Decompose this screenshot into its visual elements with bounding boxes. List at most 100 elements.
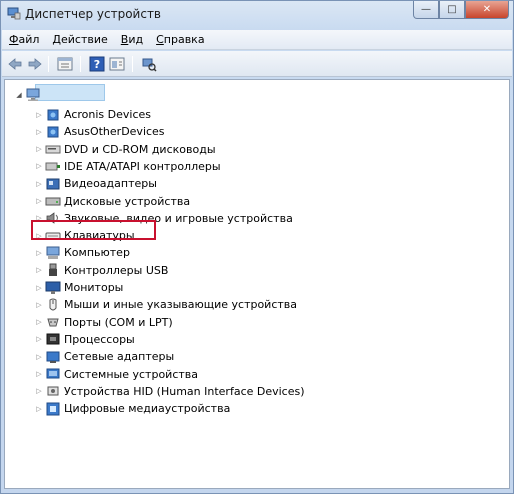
hid-icon xyxy=(47,386,59,396)
show-hide-button[interactable] xyxy=(108,55,126,73)
expand-arrow-icon[interactable]: ▷ xyxy=(35,145,43,153)
expand-arrow-icon[interactable]: ▷ xyxy=(35,180,43,188)
expand-arrow-icon[interactable]: ▷ xyxy=(35,111,43,119)
tree-node-label: Устройства HID (Human Interface Devices) xyxy=(64,384,305,398)
expand-arrow-icon[interactable]: ▷ xyxy=(35,266,43,274)
display-adapter-icon xyxy=(46,178,60,190)
tree-node-label: AsusOtherDevices xyxy=(64,125,165,139)
device-manager-window: Диспетчер устройств — □ ✕ Файл Действие … xyxy=(0,0,514,494)
tree-node[interactable]: ▷ Контроллеры USB xyxy=(35,262,168,279)
tree-node-label: Мыши и иные указывающие устройства xyxy=(64,298,298,312)
system-icon xyxy=(46,368,60,379)
usb-icon xyxy=(49,263,57,277)
expand-arrow-icon[interactable]: ▷ xyxy=(35,301,43,309)
expand-arrow-icon[interactable]: ▷ xyxy=(35,353,43,361)
tree-node[interactable]: ▷ Видеоадаптеры xyxy=(35,175,157,192)
toolbar-separator xyxy=(48,56,49,72)
device-manager-app-icon xyxy=(7,7,21,20)
tree-node[interactable]: ▷ Порты (COM и LPT) xyxy=(35,314,173,331)
media-icon xyxy=(46,402,60,416)
tree-node[interactable]: ▷ Цифровые медиаустройства xyxy=(35,400,230,417)
tree-node-label: Мониторы xyxy=(64,281,124,294)
expand-arrow-icon[interactable]: ▷ xyxy=(35,335,43,343)
forward-button[interactable] xyxy=(26,55,44,73)
root-node-selection[interactable] xyxy=(35,84,105,101)
expand-arrow-icon[interactable]: ▷ xyxy=(35,405,43,413)
svg-text:?: ? xyxy=(94,58,100,71)
menu-action[interactable]: Действие xyxy=(45,30,113,49)
monitor-icon xyxy=(45,281,61,294)
menu-view[interactable]: Вид xyxy=(114,30,149,49)
dvd-icon xyxy=(45,145,61,154)
tree-node[interactable]: ▷ IDE ATA/ATAPI контроллеры xyxy=(35,158,221,175)
show-hide-icon xyxy=(109,57,125,71)
expand-arrow-icon[interactable]: ▷ xyxy=(35,128,43,136)
tree-node-label: Контроллеры USB xyxy=(64,263,169,277)
close-button[interactable]: ✕ xyxy=(465,1,509,19)
tree-node-label: DVD и CD-ROM дисководы xyxy=(64,142,216,156)
tree-node-label: Видеоадаптеры xyxy=(64,177,157,191)
tree-node-label: Процессоры xyxy=(64,332,135,346)
computer-icon xyxy=(26,88,40,101)
help-icon: ? xyxy=(89,56,105,72)
port-icon xyxy=(47,318,59,327)
computer-icon xyxy=(46,246,60,259)
title-bar[interactable]: Диспетчер устройств — □ ✕ xyxy=(1,1,513,27)
scan-hardware-icon xyxy=(142,58,157,72)
forward-icon xyxy=(28,58,42,70)
menu-help[interactable]: Справка xyxy=(149,30,210,49)
menu-bar: Файл Действие Вид Справка xyxy=(2,30,512,50)
tree-node-label: Сетевые адаптеры xyxy=(64,350,175,364)
properties-button[interactable] xyxy=(56,55,74,73)
disk-icon xyxy=(45,197,61,206)
toolbar: ? xyxy=(2,51,512,77)
device-icon xyxy=(47,126,59,138)
tree-node-label: Дисковые устройства xyxy=(64,194,191,208)
expand-arrow-icon[interactable]: ▷ xyxy=(35,318,43,326)
back-icon xyxy=(8,58,22,70)
toolbar-separator xyxy=(132,56,133,72)
maximize-button[interactable]: □ xyxy=(439,1,465,19)
processor-icon xyxy=(46,333,60,345)
expand-arrow-icon[interactable]: ▷ xyxy=(35,249,43,257)
tree-node[interactable]: ▷ DVD и CD-ROM дисководы xyxy=(35,141,216,158)
collapse-arrow-icon[interactable]: ◢ xyxy=(15,91,23,99)
ide-icon xyxy=(45,162,60,171)
expand-arrow-icon[interactable]: ▷ xyxy=(35,284,43,292)
window-controls: — □ ✕ xyxy=(413,1,509,19)
tree-node-label: Системные устройства xyxy=(64,367,198,381)
tree-node[interactable]: ▷ AsusOtherDevices xyxy=(35,123,165,140)
tree-root[interactable]: ◢ xyxy=(15,86,44,103)
minimize-button[interactable]: — xyxy=(413,1,439,19)
device-icon xyxy=(47,109,59,120)
window-title: Диспетчер устройств xyxy=(25,7,162,21)
tree-node[interactable]: ▷ Компьютер xyxy=(35,244,130,261)
tree-node[interactable]: ▷ Процессоры xyxy=(35,331,135,348)
back-button[interactable] xyxy=(6,55,24,73)
tree-node[interactable]: ▷ Устройства HID (Human Interface Devices… xyxy=(35,383,305,400)
tree-node[interactable]: ▷ Системные устройства xyxy=(35,366,198,383)
tree-node-label: Цифровые медиаустройства xyxy=(64,402,231,416)
tree-node-label: Acronis Devices xyxy=(64,108,151,121)
tree-node[interactable]: ▷ Мыши и иные указывающие устройства xyxy=(35,296,297,313)
tree-node[interactable]: ▷ Сетевые адаптеры xyxy=(35,348,174,365)
tree-node-label: Порты (COM и LPT) xyxy=(64,315,173,329)
device-tree[interactable]: ◢ ▷ Acronis Devices ▷ AsusOtherDevices ▷ DVD … xyxy=(4,79,510,489)
menu-file[interactable]: Файл xyxy=(2,30,45,49)
toolbar-separator xyxy=(80,56,81,72)
expand-arrow-icon[interactable]: ▷ xyxy=(35,387,43,395)
mouse-icon xyxy=(49,298,57,311)
help-button[interactable]: ? xyxy=(88,55,106,73)
tree-node[interactable]: ▷ Acronis Devices xyxy=(35,106,151,123)
network-icon xyxy=(46,351,60,363)
tree-node[interactable]: ▷ Мониторы xyxy=(35,279,123,296)
tree-node-label: Компьютер xyxy=(64,246,130,260)
expand-arrow-icon[interactable]: ▷ xyxy=(35,162,43,170)
expand-arrow-icon[interactable]: ▷ xyxy=(35,370,43,378)
keyboard-highlight-box xyxy=(31,220,156,240)
expand-arrow-icon[interactable]: ▷ xyxy=(35,197,43,205)
properties-icon xyxy=(57,57,73,71)
scan-hardware-button[interactable] xyxy=(140,55,158,73)
tree-node[interactable]: ▷ Дисковые устройства xyxy=(35,193,190,210)
tree-node-label: IDE ATA/ATAPI контроллеры xyxy=(64,159,221,173)
